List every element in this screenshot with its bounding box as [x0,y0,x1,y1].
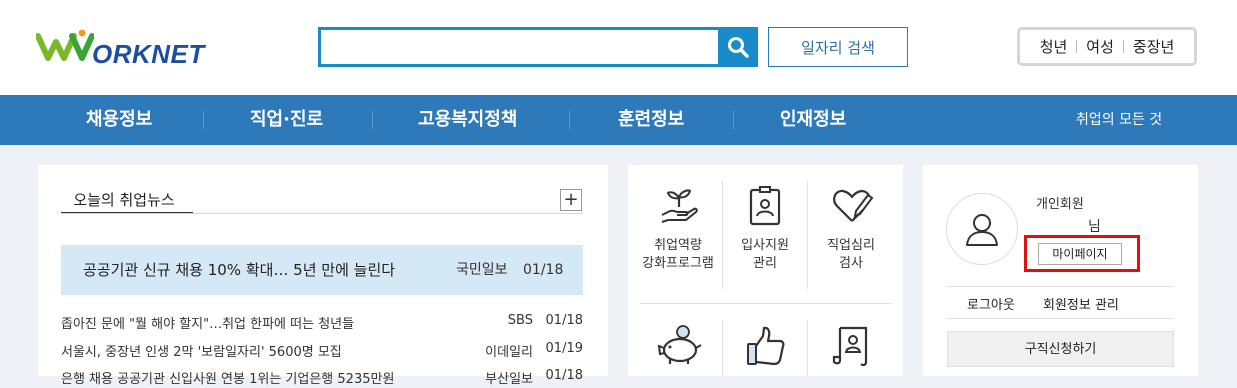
divider [946,286,1174,287]
sprout-hand-icon [661,189,698,223]
divider [1122,40,1124,53]
news-source: SBS [507,313,533,328]
nav-item-jobs[interactable]: 채용정보 [86,95,152,145]
news-source: 부산일보 [485,372,533,387]
nav-item-talent[interactable]: 인재정보 [780,95,846,145]
news-date: 01/19 [545,341,583,356]
service-label-line: 관리 [753,256,777,271]
headline-source: 국민일보 [456,262,508,278]
nav-all-about-jobs[interactable]: 취업의 모든 것 [1076,95,1162,145]
search-icon [728,37,749,58]
worknet-logo[interactable]: ORKNET [36,24,204,69]
id-card-icon [749,186,781,226]
nav-divider [203,111,204,129]
service-label: 입사지원 관리 [723,237,807,273]
nav-divider [569,111,570,129]
tab-job-news[interactable]: 오늘의 취업뉴스 [61,178,193,214]
logout-link[interactable]: 로그아웃 [967,294,1015,313]
news-source: 이데일리 [485,345,533,360]
main-nav: 채용정보 직업·진로 고용복지정책 훈련정보 인재정보 취업의 모든 것 [0,95,1237,145]
search-input[interactable] [327,33,711,63]
mypage-button[interactable]: 마이페이지 [1038,243,1122,265]
service-label-line: 강화프로그램 [642,256,714,271]
nav-divider [733,111,734,129]
user-group-links: 청년 여성 중장년 [1017,27,1197,66]
scroll-profile-icon [832,326,868,367]
group-link-middle-aged[interactable]: 중장년 [1133,36,1174,57]
service-label-line: 입사지원 [741,238,789,253]
member-honorific: 님 [1088,219,1101,235]
service-savings[interactable] [636,320,720,376]
user-icon [966,214,998,246]
list-item[interactable]: 서울시, 중장년 인생 2막 '보람일자리' 5600명 모집 이데일리 01/… [61,341,583,361]
header: ORKNET 일자리 검색 청년 여성 중장년 [0,0,1237,95]
thumbs-up-icon [747,326,785,366]
job-apply-button[interactable]: 구직신청하기 [947,331,1174,367]
member-type-label: 개인회원 [1036,197,1084,212]
service-label: 직업심리 검사 [808,237,894,273]
service-label: 취업역량 강화프로그램 [636,237,720,273]
avatar [946,193,1018,265]
service-recommendation[interactable] [723,320,807,376]
headline-title: 공공기관 신규 채용 10% 확대… 5년 만에 늘린다 [83,261,396,279]
headline-date: 01/18 [523,262,564,278]
divider [61,213,583,214]
job-search-button[interactable]: 일자리 검색 [768,27,908,67]
search-button[interactable] [718,27,758,67]
news-headline[interactable]: 공공기관 신규 채용 10% 확대… 5년 만에 늘린다 국민일보 01/18 [61,245,583,295]
service-resume[interactable] [808,320,894,376]
news-title: 서울시, 중장년 인생 2막 '보람일자리' 5600명 모집 [61,345,342,360]
news-title: 은행 채용 공공기관 신입사원 연봉 1위는 기업은행 5235만원 [61,372,395,387]
nav-item-welfare-policy[interactable]: 고용복지정책 [418,95,517,145]
list-item[interactable]: 좁아진 문에 "뭘 해야 할지"…취업 한파에 떠는 청년들 SBS 01/18 [61,313,583,333]
service-vocational-test[interactable]: 직업심리 검사 [808,181,894,289]
logo-text: ORKNET [92,39,205,69]
news-more-button[interactable]: + [560,189,582,211]
heart-pen-icon [833,189,874,222]
service-employment-program[interactable]: 취업역량 강화프로그램 [636,181,720,289]
search-bar [318,27,758,67]
list-item[interactable]: 은행 채용 공공기관 신입사원 연봉 1위는 기업은행 5235만원 부산일보 … [61,368,583,388]
nav-divider [372,111,373,129]
member-info-link[interactable]: 회원정보 관리 [1043,294,1119,313]
news-title: 좁아진 문에 "뭘 해야 할지"…취업 한파에 떠는 청년들 [61,317,355,332]
divider [1076,40,1078,53]
service-application-management[interactable]: 입사지원 관리 [723,181,807,289]
worknet-logo-mark [36,30,94,61]
group-link-youth[interactable]: 청년 [1040,36,1068,57]
piggy-bank-icon [657,325,702,364]
nav-item-training[interactable]: 훈련정보 [618,95,684,145]
news-date: 01/18 [545,313,583,328]
service-label-line: 검사 [839,256,863,271]
nav-item-career[interactable]: 직업·진로 [250,95,323,145]
divider [946,318,1174,319]
group-link-women[interactable]: 여성 [1086,36,1114,57]
divider [640,303,893,304]
service-label-line: 직업심리 [827,238,875,253]
service-label-line: 취업역량 [654,238,702,253]
